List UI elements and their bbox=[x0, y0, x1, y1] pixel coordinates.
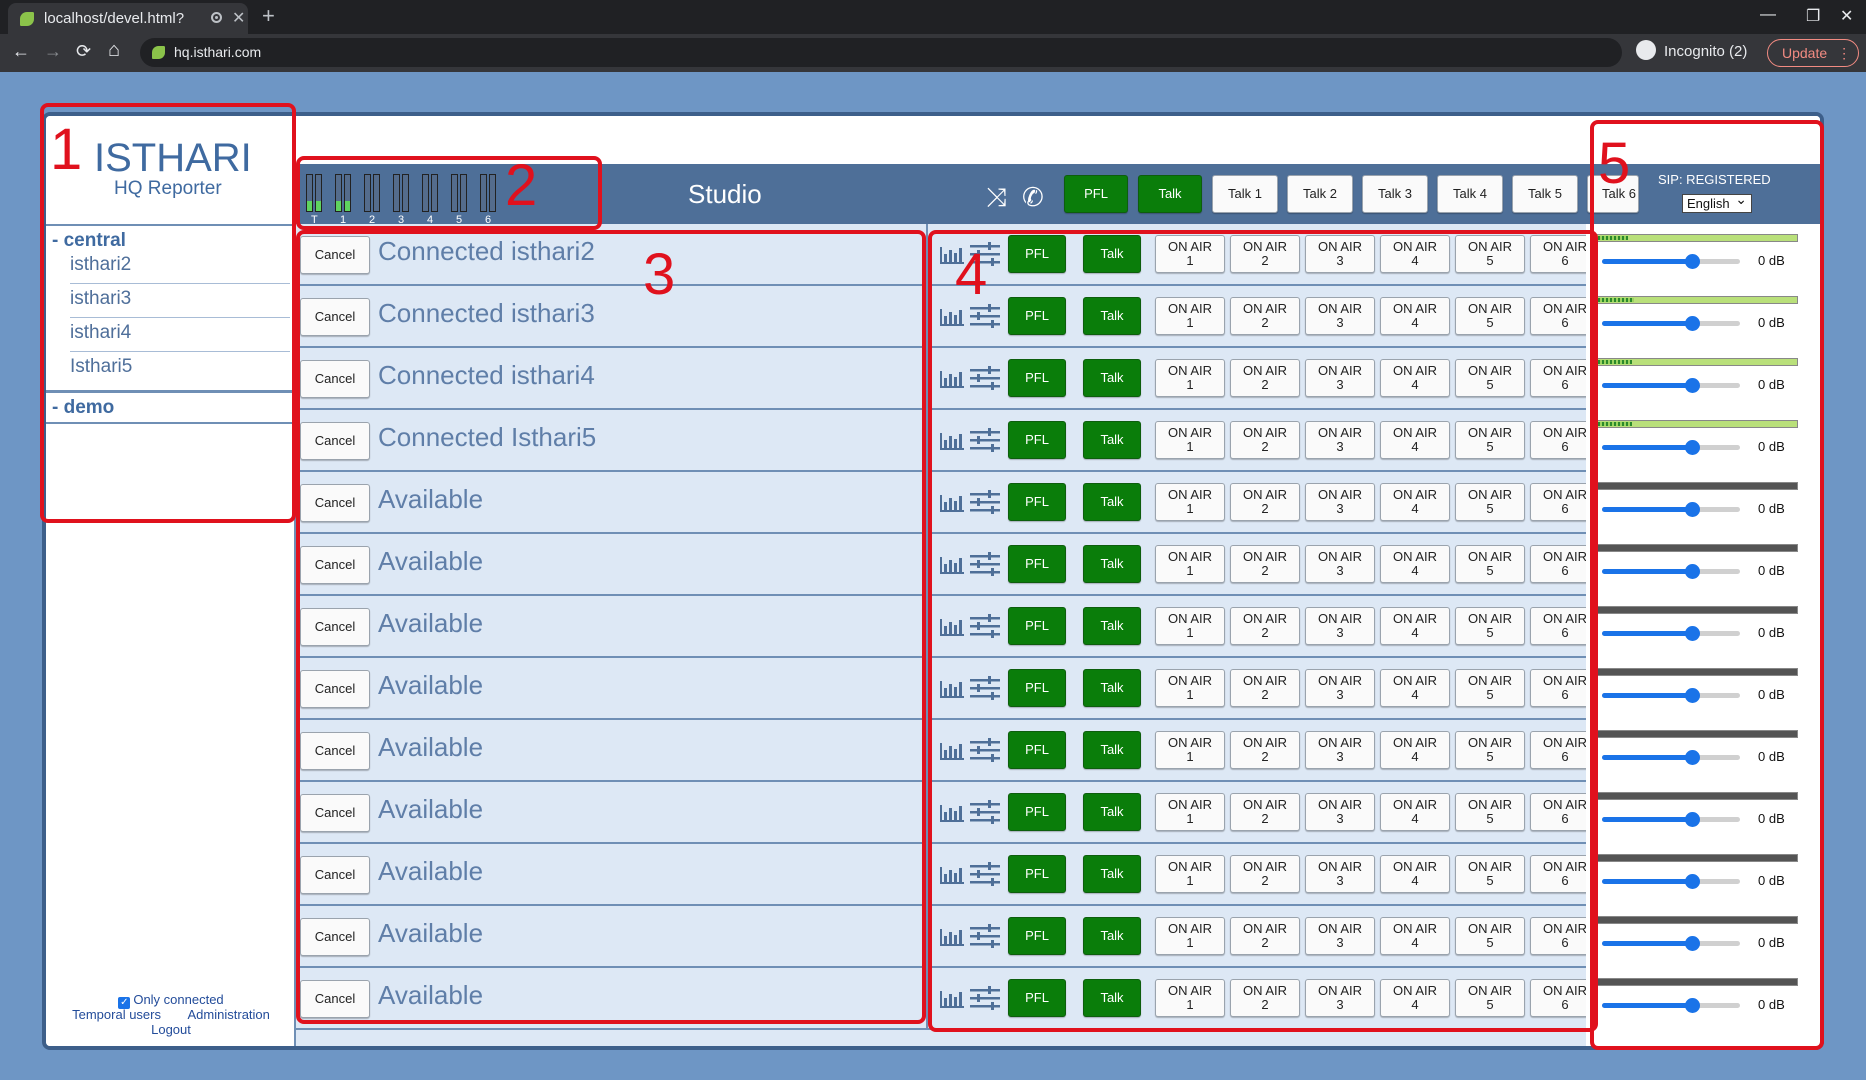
annotation-box-2 bbox=[296, 156, 602, 230]
back-icon[interactable]: ← bbox=[12, 41, 30, 62]
minimize-button[interactable]: — bbox=[1760, 6, 1776, 24]
only-connected-label: Only connected bbox=[133, 992, 224, 1007]
address-bar[interactable]: hq.isthari.com bbox=[140, 38, 1622, 67]
site-favicon-icon bbox=[152, 46, 165, 59]
incognito-indicator[interactable]: Incognito (2) bbox=[1636, 40, 1748, 62]
update-button[interactable]: Update ⋮ bbox=[1767, 39, 1859, 67]
administration-link[interactable]: Administration bbox=[188, 1007, 270, 1022]
tab-close-icon[interactable]: ✕ bbox=[232, 8, 245, 28]
update-menu-icon: ⋮ bbox=[1837, 45, 1852, 61]
talk-3-button[interactable]: Talk 3 bbox=[1362, 175, 1428, 213]
browser-tab[interactable]: localhost/devel.html? ✕ bbox=[8, 3, 248, 34]
home-icon[interactable]: ⌂ bbox=[108, 39, 120, 62]
logout-link[interactable]: Logout bbox=[46, 1022, 296, 1037]
studio-title: Studio bbox=[688, 179, 762, 209]
incognito-icon bbox=[1636, 40, 1656, 60]
annotation-box-3 bbox=[296, 230, 926, 1024]
shuffle-icon[interactable]: ⤨ bbox=[986, 182, 1007, 214]
tab-title: localhost/devel.html? bbox=[44, 10, 185, 27]
annotation-label-4: 4 bbox=[955, 242, 988, 307]
annotation-box-5 bbox=[1590, 120, 1824, 1050]
annotation-label-3: 3 bbox=[643, 242, 676, 307]
restore-button[interactable]: ❐ bbox=[1806, 6, 1820, 26]
browser-tab-strip: localhost/devel.html? ✕ + — ❐ ✕ bbox=[0, 0, 1866, 34]
talk-5-button[interactable]: Talk 5 bbox=[1512, 175, 1578, 213]
browser-toolbar: ← → ⟳ ⌂ hq.isthari.com Incognito (2) Upd… bbox=[0, 34, 1866, 72]
forward-icon[interactable]: → bbox=[44, 41, 62, 62]
talk-2-button[interactable]: Talk 2 bbox=[1287, 175, 1353, 213]
update-label: Update bbox=[1782, 45, 1828, 61]
talk-4-button[interactable]: Talk 4 bbox=[1437, 175, 1503, 213]
annotation-label-5: 5 bbox=[1598, 131, 1631, 196]
recording-indicator-icon bbox=[211, 12, 222, 23]
talk-1-button[interactable]: Talk 1 bbox=[1212, 175, 1278, 213]
address-url: hq.isthari.com bbox=[174, 44, 262, 60]
annotation-label-2: 2 bbox=[505, 153, 538, 218]
reload-icon[interactable]: ⟳ bbox=[76, 41, 91, 62]
site-favicon-icon bbox=[20, 12, 34, 26]
temporal-users-link[interactable]: Temporal users bbox=[72, 1007, 161, 1022]
header-pfl-button[interactable]: PFL bbox=[1064, 175, 1128, 213]
annotation-box-4 bbox=[928, 230, 1598, 1032]
annotation-label-1: 1 bbox=[50, 117, 83, 182]
header-talk-button[interactable]: Talk bbox=[1138, 175, 1202, 213]
incognito-label: Incognito (2) bbox=[1664, 42, 1748, 60]
new-tab-button[interactable]: + bbox=[262, 3, 275, 29]
window-close-button[interactable]: ✕ bbox=[1840, 6, 1853, 26]
phone-icon[interactable]: ✆ bbox=[1022, 182, 1044, 213]
